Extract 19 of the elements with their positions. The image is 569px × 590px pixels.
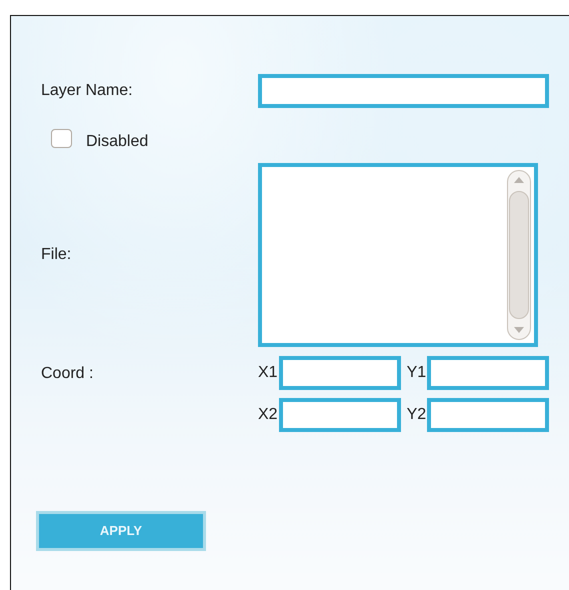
input-field[interactable] [427,398,550,432]
coordinate-label: X1 [258,363,278,383]
coordinate-label: Y2 [406,405,426,425]
field-label: File: [41,245,72,265]
checkbox-label: Disabled [86,132,148,152]
field-label: Layer Name: [41,81,134,101]
down-arrow-icon[interactable] [514,327,524,333]
coordinate-label: Y1 [406,363,426,383]
input-field[interactable] [278,356,401,390]
text-area[interactable] [258,163,538,347]
up-arrow-icon[interactable] [514,177,524,183]
input-field[interactable] [427,356,550,390]
checkbox[interactable] [51,128,72,148]
input-field[interactable] [258,74,549,108]
coordinate-label: X2 [258,405,278,425]
field-label: Coord : [41,364,94,384]
scrollbar[interactable] [507,170,531,340]
apply-button[interactable]: APPLY [36,511,206,551]
input-field[interactable] [278,398,401,432]
